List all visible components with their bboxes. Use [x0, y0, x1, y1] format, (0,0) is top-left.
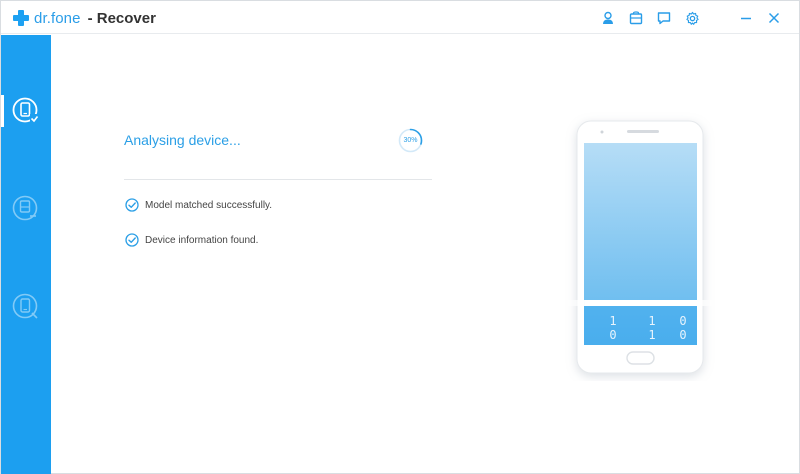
brand-name: dr.fone	[34, 9, 81, 27]
binary-digit: 0	[679, 328, 686, 342]
sidebar	[1, 35, 51, 474]
binary-digit: 0	[609, 328, 616, 342]
icloud-recover-icon	[12, 293, 38, 319]
drfone-logo-icon	[13, 10, 29, 26]
itunes-recover-icon	[12, 195, 38, 221]
sidebar-item-recover-from-icloud[interactable]	[1, 285, 51, 329]
binary-digit: 1	[648, 314, 655, 328]
binary-digit: 1	[609, 314, 616, 328]
binary-digit: 1	[648, 328, 655, 342]
sidebar-item-recover-from-itunes[interactable]	[1, 187, 51, 231]
phone-camera	[600, 130, 604, 134]
check-circle-icon	[125, 198, 139, 212]
settings-icon[interactable]	[683, 9, 701, 27]
phone-illustration: 1 1 00 1 0	[561, 120, 721, 374]
feedback-icon[interactable]	[655, 9, 673, 27]
phone-speaker	[627, 130, 659, 133]
step-label: Device information found.	[145, 234, 259, 246]
step-row: Model matched successfully.	[125, 197, 272, 213]
binary-digit: 0	[679, 314, 686, 328]
close-icon[interactable]	[765, 9, 783, 27]
device-recover-icon	[12, 97, 39, 123]
step-row: Device information found.	[125, 232, 258, 248]
divider	[124, 179, 432, 180]
cart-icon[interactable]	[627, 9, 645, 27]
progress-percent: 30%	[403, 137, 418, 144]
sidebar-item-recover-from-device[interactable]	[1, 89, 51, 133]
title-bar: dr.fone - Recover	[1, 1, 799, 34]
user-icon[interactable]	[599, 9, 617, 27]
window-title: - Recover	[87, 9, 156, 27]
scan-line	[561, 300, 721, 306]
titlebar-icons	[599, 9, 711, 27]
status-title: Analysing device...	[124, 132, 241, 148]
check-circle-icon	[125, 233, 139, 247]
minimize-icon[interactable]	[737, 9, 755, 27]
app-window: dr.fone - Recover Analysing device... 30…	[0, 0, 800, 474]
step-label: Model matched successfully.	[145, 199, 273, 211]
brand: dr.fone - Recover	[13, 8, 156, 28]
